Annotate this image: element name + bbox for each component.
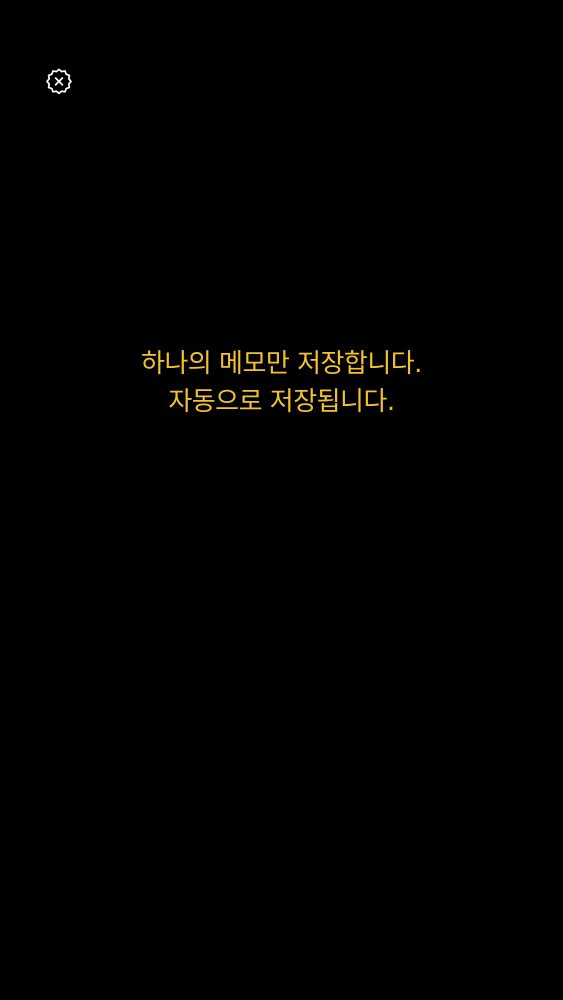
memo-screen: 하나의 메모만 저장합니다. 자동으로 저장됩니다. bbox=[0, 0, 563, 1000]
message-line-2: 자동으로 저장됩니다. bbox=[168, 387, 395, 417]
memo-info-message: 하나의 메모만 저장합니다. 자동으로 저장됩니다. bbox=[0, 345, 563, 421]
settings-gear-x-icon bbox=[45, 67, 73, 95]
settings-button[interactable] bbox=[44, 66, 74, 96]
message-line-1: 하나의 메모만 저장합니다. bbox=[141, 349, 422, 379]
